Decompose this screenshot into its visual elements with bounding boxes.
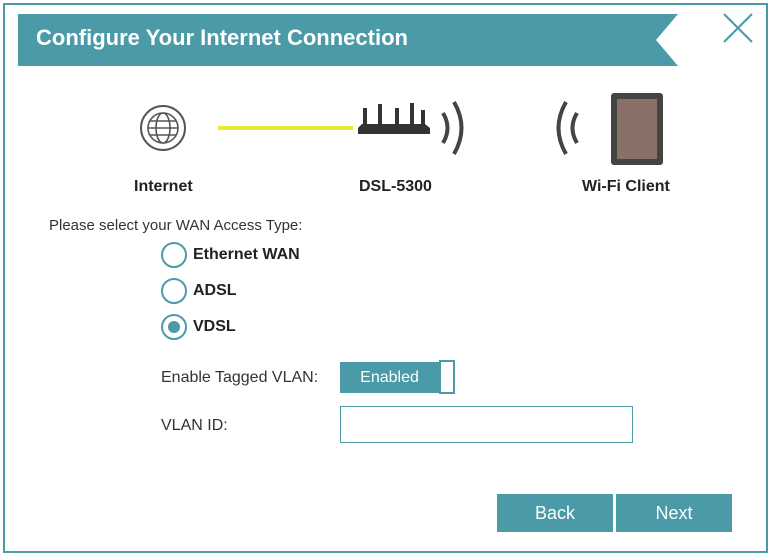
close-icon[interactable] [722,12,754,44]
radio-label: Ethernet WAN [193,246,300,263]
radio-adsl[interactable]: ADSL [161,278,237,304]
toggle-knob[interactable] [439,360,455,394]
internet-label: Internet [134,178,193,195]
radio-label: VDSL [193,318,236,335]
globe-icon [140,105,186,151]
connection-diagram [140,93,663,165]
tagged-vlan-toggle[interactable]: Enabled [340,360,456,394]
radio-vdsl[interactable]: VDSL [161,314,236,340]
vlan-id-input[interactable] [340,406,633,443]
radio-button[interactable] [161,242,187,268]
wifi-waves-icon [441,101,464,155]
wifi-waves-icon [556,101,579,155]
back-button[interactable]: Back [497,494,613,532]
client-label: Wi-Fi Client [582,178,670,195]
router-icon [358,103,430,134]
toggle-state-text[interactable]: Enabled [340,362,439,393]
radio-selected-dot [168,321,180,333]
radio-label: ADSL [193,282,237,299]
radio-ethernet-wan[interactable]: Ethernet WAN [161,242,300,268]
tablet-icon [611,93,663,165]
radio-button[interactable] [161,278,187,304]
vlan-id-label: VLAN ID: [161,417,228,434]
router-label: DSL-5300 [359,178,432,195]
dialog-title: Configure Your Internet Connection [36,25,408,50]
next-button[interactable]: Next [616,494,732,532]
tagged-vlan-label: Enable Tagged VLAN: [161,369,319,386]
wan-type-prompt: Please select your WAN Access Type: [49,217,303,234]
radio-button[interactable] [161,314,187,340]
